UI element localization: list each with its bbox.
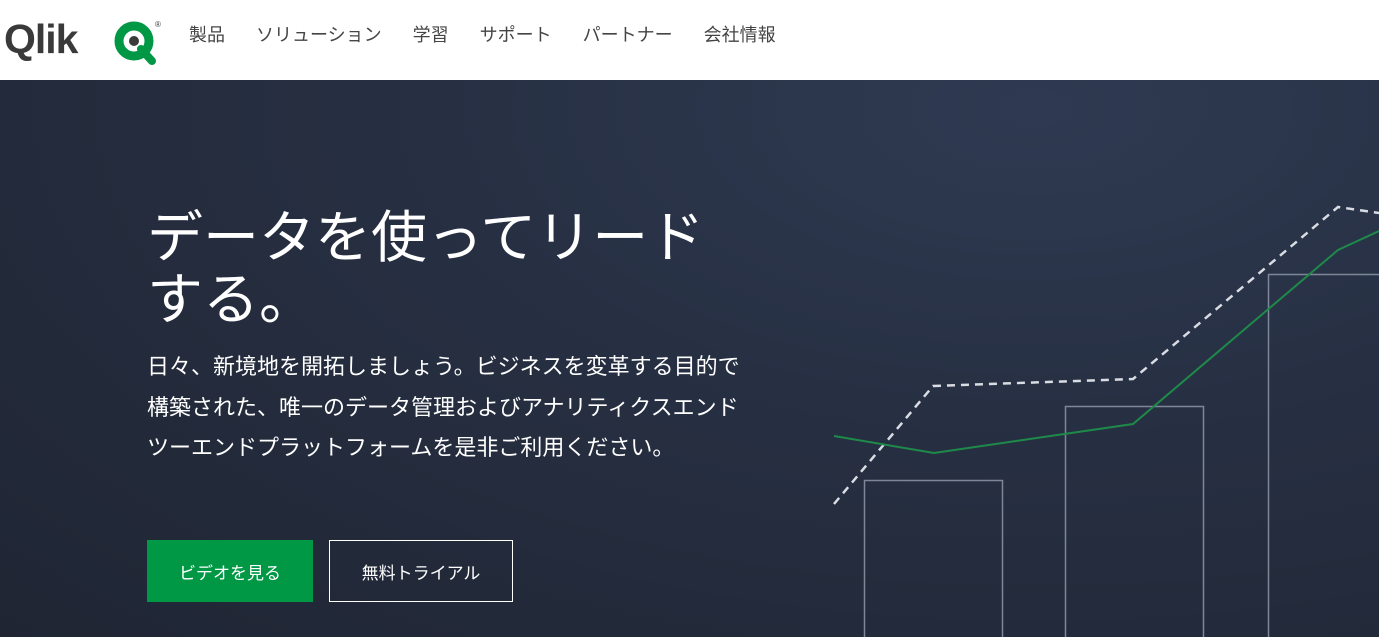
nav-item-support[interactable]: サポート (480, 22, 552, 50)
qlik-logo[interactable]: Qlik ® (4, 14, 164, 65)
registered-mark: ® (155, 20, 161, 29)
hero-section: データを使ってリードする。 日々、新境地を開拓しましょう。ビジネスを変革する目的… (0, 80, 1379, 637)
graphic-bar-1 (863, 479, 1004, 637)
logo-wordmark: Qlik (4, 16, 78, 62)
graphic-bar-3 (1267, 273, 1379, 637)
nav-item-company[interactable]: 会社情報 (704, 22, 776, 50)
qlik-q-icon: ® (114, 20, 161, 65)
top-navbar: Qlik ® 製品 ソリューション 学習 サポート パートナー 会社情報 (0, 0, 1379, 80)
graphic-dashed-line (833, 205, 1379, 505)
watch-video-button[interactable]: ビデオを見る (147, 540, 313, 602)
graphic-trend-line (833, 230, 1379, 455)
hero-title: データを使ってリードする。 (147, 206, 705, 333)
nav-item-learning[interactable]: 学習 (413, 22, 449, 50)
hero-description: 日々、新境地を開拓しましょう。ビジネスを変革する目的で構築された、唯一のデータ管… (147, 355, 740, 461)
nav-item-partners[interactable]: パートナー (583, 22, 673, 50)
main-nav: 製品 ソリューション 学習 サポート パートナー 会社情報 (189, 22, 776, 50)
graphic-bar-2 (1064, 405, 1205, 637)
nav-item-solutions[interactable]: ソリューション (256, 22, 382, 50)
free-trial-button[interactable]: 無料トライアル (329, 540, 513, 602)
nav-item-products[interactable]: 製品 (189, 22, 225, 50)
